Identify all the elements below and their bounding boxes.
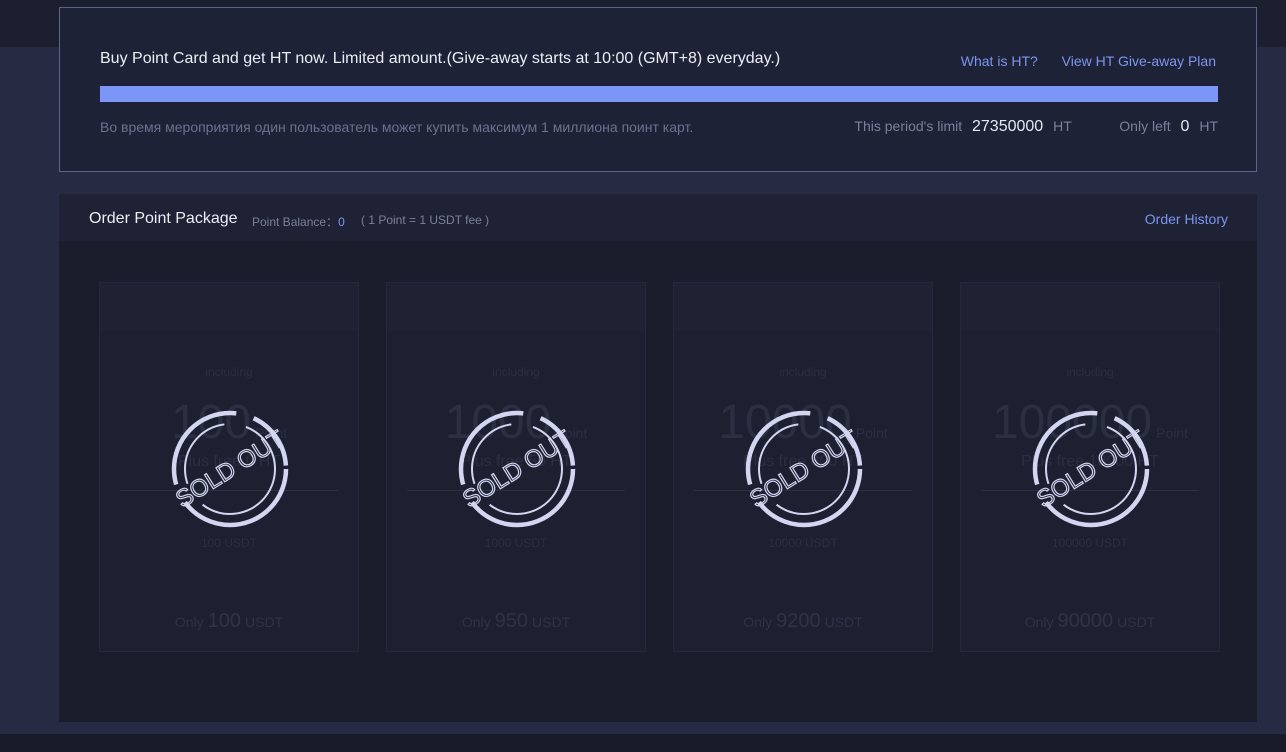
usdt-equivalent: 1000 USDT: [484, 536, 548, 550]
price-prefix: Only: [174, 614, 204, 630]
price-unit: USDT: [532, 614, 571, 630]
stamp-text: SOLD OUT: [745, 425, 864, 513]
usdt-equivalent: 10000 USDT: [768, 536, 838, 550]
price-prefix: Only: [743, 614, 773, 630]
period-limit-unit: HT: [1053, 118, 1072, 134]
package-price: Only 100 USDT: [100, 610, 358, 633]
footer-strip: [0, 734, 1286, 752]
including-label: including: [1066, 365, 1114, 379]
package-card[interactable]: including 1000 Point Plus free 50 HT 1000…: [386, 282, 646, 652]
package-price: Only 90000 USDT: [961, 610, 1219, 633]
card-header: [387, 283, 645, 331]
package-card[interactable]: including 10000 Point Plus free 800 HT 10…: [673, 282, 933, 652]
price-value: 9200: [776, 610, 821, 632]
limits-info: This period's limit 27350000 HT Only lef…: [854, 118, 1218, 136]
including-label: including: [205, 365, 253, 379]
sold-out-stamp-icon: SOLD OUT: [1031, 410, 1151, 528]
only-left-value: 0: [1180, 118, 1190, 135]
card-header: [961, 283, 1219, 331]
package-price: Only 950 USDT: [387, 610, 645, 633]
card-header: [100, 283, 358, 331]
price-value: 90000: [1057, 610, 1114, 632]
order-panel-header: Order Point Package Point Balance：0 ( 1 …: [59, 194, 1257, 241]
stamp-text: SOLD OUT: [458, 425, 577, 513]
including-label: including: [492, 365, 540, 379]
point-card-banner: Buy Point Card and get HT now. Limited a…: [59, 7, 1257, 172]
view-giveaway-plan-link[interactable]: View HT Give-away Plan: [1062, 53, 1216, 69]
order-history-link[interactable]: Order History: [1145, 211, 1228, 227]
fee-note: ( 1 Point = 1 USDT fee ): [361, 213, 490, 227]
usdt-equivalent: 100000 USDT: [1051, 536, 1129, 550]
price-value: 100: [207, 610, 242, 632]
card-header: [674, 283, 932, 331]
what-is-ht-link[interactable]: What is HT?: [961, 53, 1038, 69]
package-card[interactable]: including 100000 Point Plus free 10000 HT…: [960, 282, 1220, 652]
including-label: including: [779, 365, 827, 379]
sold-out-stamp-icon: SOLD OUT: [744, 410, 864, 528]
price-unit: USDT: [245, 614, 284, 630]
package-price: Only 9200 USDT: [674, 610, 932, 633]
period-limit-value: 27350000: [972, 118, 1044, 135]
points-unit: Point: [1156, 425, 1189, 441]
banner-links: What is HT? View HT Give-away Plan: [941, 53, 1216, 69]
point-balance-label: Point Balance：: [252, 215, 339, 229]
period-limit-label: This period's limit: [854, 118, 963, 134]
price-unit: USDT: [1117, 614, 1156, 630]
banner-title: Buy Point Card and get HT now. Limited a…: [100, 50, 781, 67]
only-left-label: Only left: [1119, 118, 1171, 134]
price-prefix: Only: [1024, 614, 1054, 630]
package-card[interactable]: including 100 Point Plus free 0 HT 100 US…: [99, 282, 359, 652]
purchase-limit-note: Во время мероприятия один пользователь м…: [100, 119, 694, 135]
price-prefix: Only: [461, 614, 491, 630]
stamp-text: SOLD OUT: [171, 425, 290, 513]
order-panel-title: Order Point Package: [89, 210, 238, 227]
point-balance-value: 0: [338, 215, 345, 229]
usdt-equivalent: 100 USDT: [200, 536, 258, 550]
stamp-text: SOLD OUT: [1032, 425, 1151, 513]
sales-progress-bar: [100, 86, 1218, 102]
sold-out-stamp-icon: SOLD OUT: [170, 410, 290, 528]
sold-out-stamp-icon: SOLD OUT: [457, 410, 577, 528]
price-unit: USDT: [824, 614, 863, 630]
price-value: 950: [494, 610, 529, 632]
order-point-package-panel: Order Point Package Point Balance：0 ( 1 …: [59, 194, 1257, 722]
only-left-unit: HT: [1199, 118, 1218, 134]
point-balance: Point Balance：0: [252, 213, 345, 230]
sales-progress-fill: [100, 86, 1218, 102]
